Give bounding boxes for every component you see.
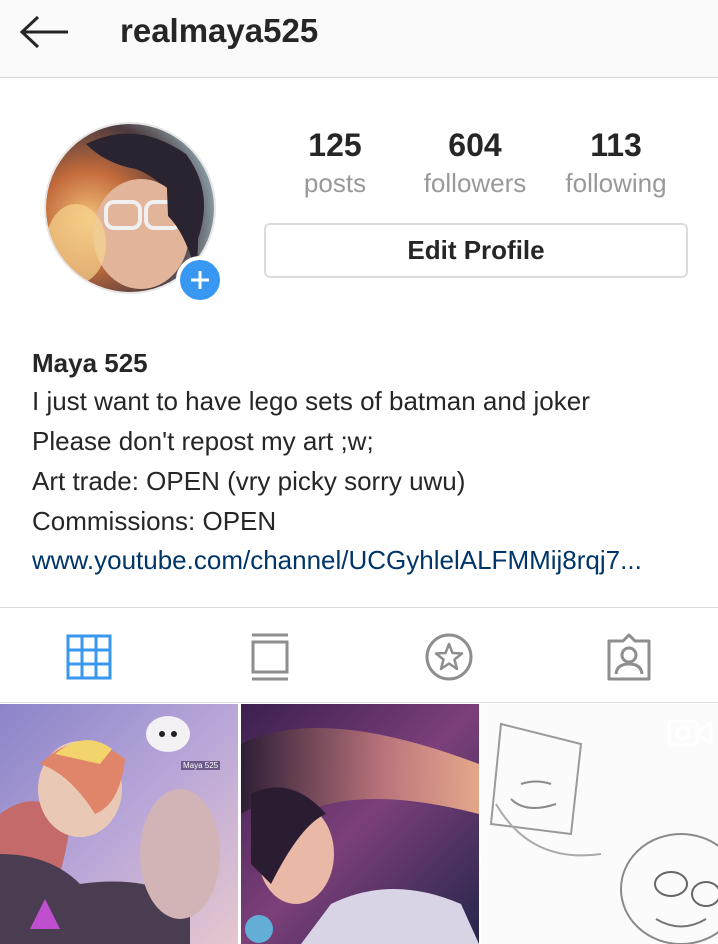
post-artwork [0,704,238,944]
followers-count: 604 [448,127,502,163]
post-watermark: Maya 525 [181,761,221,770]
posts-count: 125 [308,127,362,163]
plus-icon [191,271,209,289]
post-thumbnail-3[interactable] [481,704,718,944]
profile-bio: Maya 525 I just want to have lego sets o… [32,345,702,579]
profile-website-link[interactable]: www.youtube.com/channel/UCGyhlelALFMMij8… [32,541,702,579]
bio-line: Please don't repost my art ;w; [32,426,374,456]
tab-saved[interactable] [424,632,474,682]
video-indicator [667,718,713,753]
grid-icon [66,634,112,680]
top-bar: realmaya525 [0,0,718,78]
video-icon [667,719,713,747]
followers-label: followers [423,168,527,198]
feed-icon [251,633,289,681]
stat-following[interactable]: 113 following [541,126,691,200]
tab-feed[interactable] [245,632,295,682]
add-story-button[interactable] [176,256,224,304]
back-button[interactable] [18,10,78,54]
bio-line: I just want to have lego sets of batman … [32,386,590,416]
arrow-left-icon [19,15,68,49]
bio-line: Art trade: OPEN (vry picky sorry uwu) [32,466,466,496]
post-thumbnail-1[interactable]: Maya 525 [0,704,238,944]
display-name: Maya 525 [32,348,148,378]
post-artwork [241,704,479,944]
following-count: 113 [590,127,642,163]
profile-username: realmaya525 [120,12,319,49]
tab-tagged[interactable] [604,632,654,682]
edit-profile-button[interactable]: Edit Profile [264,223,688,278]
following-label: following [565,168,667,198]
post-thumbnail-2[interactable] [241,704,479,944]
tagged-person-icon [607,633,651,681]
stat-posts[interactable]: 125 posts [260,126,410,200]
bio-line: Commissions: OPEN [32,506,277,536]
tab-grid[interactable] [64,632,114,682]
posts-grid: Maya 525 [0,704,718,944]
profile-tabs [0,607,718,703]
stat-followers[interactable]: 604 followers [400,126,550,200]
star-icon [425,633,473,681]
posts-label: posts [303,168,367,198]
